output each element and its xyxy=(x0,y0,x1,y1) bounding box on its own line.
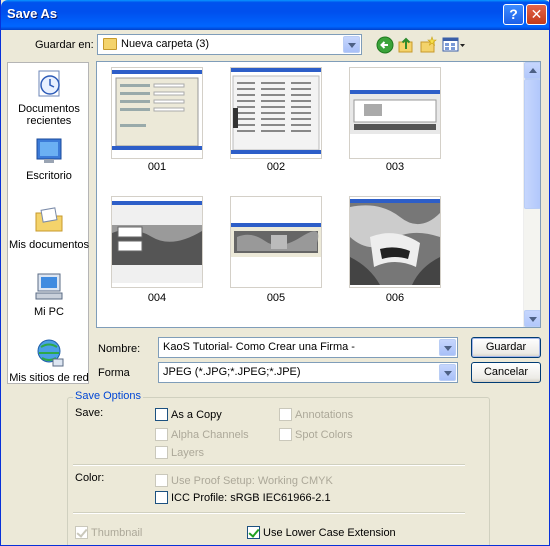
thumbnail-checkbox[interactable] xyxy=(75,526,88,539)
scroll-down-icon[interactable] xyxy=(524,310,540,327)
chevron-down-icon[interactable] xyxy=(343,36,360,53)
place-my-documents[interactable]: Mis documentos xyxy=(8,204,90,251)
title-bar[interactable]: Save As ? ✕ xyxy=(1,0,549,30)
lower-case-extension-checkbox[interactable] xyxy=(247,526,260,539)
place-label: Documentos recientes xyxy=(18,103,80,127)
file-name: 006 xyxy=(385,292,405,304)
separator xyxy=(73,512,465,514)
color-label: Color: xyxy=(75,472,105,484)
my-computer-icon xyxy=(35,273,63,300)
file-name: 004 xyxy=(147,292,167,304)
save-label: Save: xyxy=(75,407,104,419)
image-preview xyxy=(350,90,440,134)
recent-documents-icon xyxy=(38,70,60,97)
cancel-button[interactable]: Cancelar xyxy=(471,362,541,383)
layers-checkbox[interactable] xyxy=(155,446,168,459)
file-thumbnail[interactable] xyxy=(230,67,322,159)
window-title: Save As xyxy=(7,6,58,21)
spot-colors-checkbox[interactable] xyxy=(279,428,292,441)
place-label: Mi PC xyxy=(34,306,64,318)
file-thumbnail[interactable] xyxy=(349,67,441,159)
file-type-label: Forma xyxy=(98,367,130,379)
image-preview xyxy=(112,70,202,150)
file-name-value: KaoS Tutorial- Como Crear una Firma - xyxy=(163,341,355,353)
place-my-computer[interactable]: Mi PC xyxy=(8,271,90,318)
proof-setup-checkbox[interactable] xyxy=(155,474,168,487)
desktop-icon xyxy=(36,138,62,163)
place-label: Mis sitios de red xyxy=(9,372,89,384)
file-type-select[interactable]: JPEG (*.JPG;*.JPEG;*.JPE) xyxy=(158,362,458,383)
file-name-input[interactable]: KaoS Tutorial- Como Crear una Firma - xyxy=(158,337,458,358)
image-preview xyxy=(350,199,440,285)
help-button[interactable]: ? xyxy=(503,4,524,25)
file-thumbnail[interactable] xyxy=(349,196,441,288)
file-thumbnail[interactable] xyxy=(230,196,322,288)
vertical-scrollbar[interactable] xyxy=(523,62,540,327)
as-a-copy-label: As a Copy xyxy=(171,409,222,421)
file-type-value: JPEG (*.JPG;*.JPEG;*.JPE) xyxy=(163,366,301,378)
place-recent-documents[interactable]: Documentos recientes xyxy=(8,68,90,127)
my-documents-icon xyxy=(35,207,63,232)
place-label: Mis documentos xyxy=(8,239,90,251)
thumbnail-label: Thumbnail xyxy=(91,527,143,539)
file-name: 003 xyxy=(385,161,405,173)
as-a-copy-checkbox[interactable] xyxy=(155,408,168,421)
alpha-channels-label: Alpha Channels xyxy=(171,429,249,441)
scroll-up-icon[interactable] xyxy=(524,62,540,79)
up-folder-icon[interactable] xyxy=(397,36,415,54)
save-options-title: Save Options xyxy=(73,390,144,402)
save-as-dialog: Save As ? ✕ Guardar en: Nueva carpeta (3… xyxy=(0,0,550,546)
views-menu-icon[interactable] xyxy=(442,36,466,54)
image-preview xyxy=(231,68,321,154)
lower-case-extension-label: Use Lower Case Extension xyxy=(263,527,396,539)
spot-colors-label: Spot Colors xyxy=(295,429,353,441)
save-in-value: Nueva carpeta (3) xyxy=(121,38,210,50)
file-name-label: Nombre: xyxy=(98,343,141,355)
chevron-down-icon[interactable] xyxy=(439,339,456,356)
save-button[interactable]: Guardar xyxy=(471,337,541,358)
image-preview xyxy=(112,201,202,283)
alpha-channels-checkbox[interactable] xyxy=(155,428,168,441)
file-list[interactable]: 001 002 003 004 005 006 xyxy=(96,61,541,328)
network-places-icon xyxy=(37,339,64,367)
annotations-label: Annotations xyxy=(295,409,354,421)
folder-icon xyxy=(103,38,117,50)
back-arrow-icon[interactable] xyxy=(376,36,394,54)
annotations-checkbox[interactable] xyxy=(279,408,292,421)
close-button[interactable]: ✕ xyxy=(526,4,547,25)
separator xyxy=(73,464,465,466)
save-in-combo[interactable]: Nueva carpeta (3) xyxy=(97,34,362,55)
icc-profile-checkbox[interactable] xyxy=(155,491,168,504)
chevron-down-icon[interactable] xyxy=(439,364,456,381)
file-name: 005 xyxy=(266,292,286,304)
places-bar: Documentos recientes Escritorio Mis docu… xyxy=(7,62,89,384)
file-thumbnail[interactable] xyxy=(111,67,203,159)
place-network-places[interactable]: Mis sitios de red xyxy=(8,337,90,384)
file-name: 002 xyxy=(266,161,286,173)
icc-profile-label: ICC Profile: sRGB IEC61966-2.1 xyxy=(171,492,331,504)
proof-setup-label: Use Proof Setup: Working CMYK xyxy=(171,475,333,487)
layers-label: Layers xyxy=(171,447,205,459)
save-in-label: Guardar en: xyxy=(35,39,94,51)
new-folder-icon[interactable] xyxy=(419,36,437,54)
scroll-thumb[interactable] xyxy=(524,79,540,209)
place-label: Escritorio xyxy=(26,170,72,182)
file-thumbnail[interactable] xyxy=(111,196,203,288)
file-name: 001 xyxy=(147,161,167,173)
place-desktop[interactable]: Escritorio xyxy=(8,135,90,182)
image-preview xyxy=(231,223,321,257)
